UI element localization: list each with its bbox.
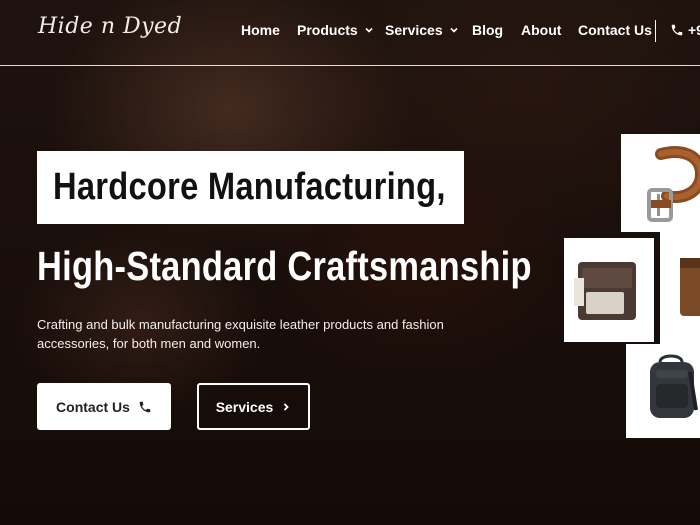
nav-about[interactable]: About (521, 22, 561, 38)
hero-subtitle: Crafting and bulk manufacturing exquisit… (37, 317, 444, 351)
nav-contact-us[interactable]: Contact Us (578, 22, 652, 38)
nav-about-label: About (521, 22, 562, 38)
brand-logo[interactable]: Hide n Dyed (38, 14, 182, 39)
nav-divider (655, 20, 656, 42)
nav-services-label: Services (385, 22, 443, 38)
product-tile-brown-wallet[interactable] (660, 232, 700, 344)
brown-wallet-icon (680, 258, 700, 316)
phone-icon (671, 24, 683, 36)
wallet-icon (574, 262, 636, 320)
nav-services[interactable]: Services (385, 22, 459, 38)
services-button[interactable]: Services (197, 383, 310, 430)
contact-us-button[interactable]: Contact Us (37, 383, 171, 430)
nav-contact-us-label: Contact Us (578, 22, 652, 38)
belt-icon (647, 146, 700, 222)
product-tile-belt[interactable] (621, 134, 700, 232)
chevron-down-icon (365, 27, 373, 33)
chevron-down-icon (450, 27, 458, 33)
phone-icon (139, 401, 151, 412)
backpack-icon (650, 354, 698, 418)
services-button-label: Services (215, 398, 274, 415)
product-tile-backpack[interactable] (626, 344, 700, 438)
nav-home[interactable]: Home (241, 22, 280, 38)
nav-home-label: Home (241, 22, 280, 38)
nav-blog[interactable]: Blog (472, 22, 503, 38)
site-header: Hide n Dyed Home Products Services Blog … (0, 0, 700, 66)
hero-headline-line1: Hardcore Manufacturing, (53, 166, 446, 208)
hero-headline-line2: High-Standard Craftsmanship (37, 243, 532, 289)
nav-products[interactable]: Products (297, 22, 374, 38)
nav-phone-link[interactable]: +9 (670, 22, 700, 38)
chevron-right-icon (284, 402, 290, 411)
nav-phone-label: +9 (688, 22, 700, 38)
product-tile-wallet[interactable] (564, 238, 654, 342)
nav-blog-label: Blog (472, 22, 504, 38)
contact-us-button-label: Contact Us (56, 398, 130, 415)
nav-products-label: Products (297, 22, 358, 38)
